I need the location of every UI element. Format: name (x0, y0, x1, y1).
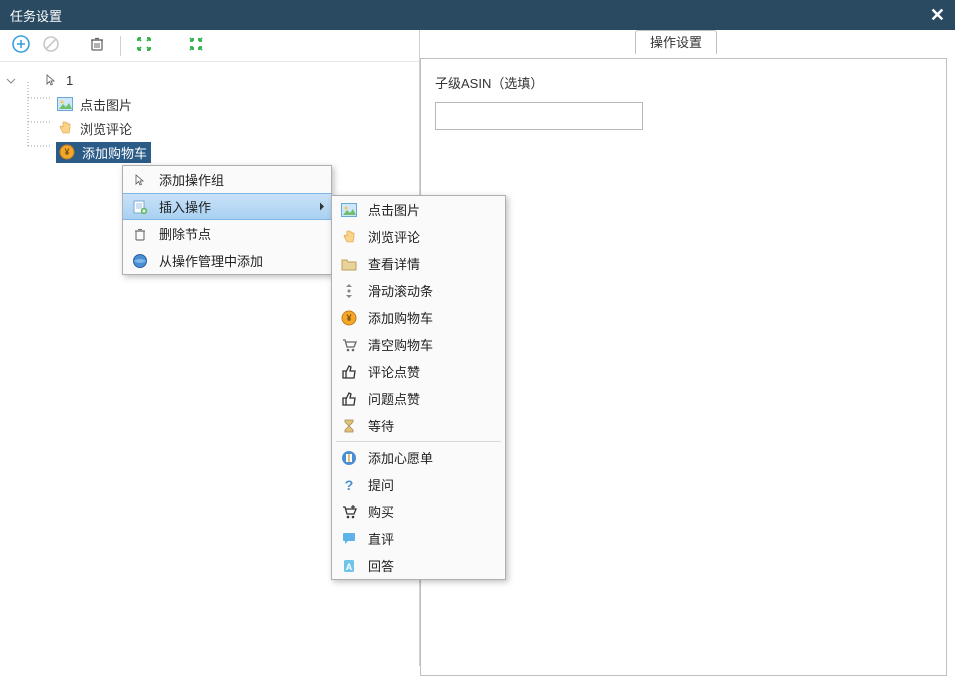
main-area: 1 点击图片 浏览评论 ¥ 添加购物车 (0, 30, 955, 666)
add-button[interactable] (8, 33, 34, 59)
image-icon (338, 199, 360, 221)
hourglass-icon (338, 415, 360, 437)
sub-ask[interactable]: ? 提问 (332, 471, 505, 498)
tree-root-label: 1 (66, 73, 73, 88)
toolbar (0, 30, 419, 62)
sub-click-image[interactable]: 点击图片 (332, 196, 505, 223)
tree-item-click-image[interactable]: 点击图片 (4, 92, 415, 116)
ctx-label: 从操作管理中添加 (159, 251, 263, 270)
chat-bubble-icon (338, 528, 360, 550)
sub-buy[interactable]: 购买 (332, 498, 505, 525)
cart-add-icon (338, 501, 360, 523)
scroll-icon (338, 280, 360, 302)
cart-coin-icon: ¥ (58, 143, 76, 161)
sub-label: 浏览评论 (368, 227, 420, 246)
sub-label: 滑动滚动条 (368, 281, 433, 300)
sub-add-cart[interactable]: ¥ 添加购物车 (332, 304, 505, 331)
ctx-add-group[interactable]: 添加操作组 (123, 166, 331, 193)
submenu-divider (336, 441, 501, 442)
trash-icon (129, 223, 151, 245)
svg-text:¥: ¥ (346, 313, 351, 323)
window-title: 任务设置 (10, 6, 62, 25)
sub-label: 购买 (368, 502, 394, 521)
document-plus-icon (129, 196, 151, 218)
sub-label: 评论点赞 (368, 362, 420, 381)
svg-text:A: A (346, 562, 353, 572)
expand-icon (135, 35, 153, 56)
ctx-delete-node[interactable]: 删除节点 (123, 220, 331, 247)
title-bar: 任务设置 ✕ (0, 0, 955, 30)
delete-button[interactable] (84, 33, 110, 59)
folder-icon (338, 253, 360, 275)
thumbs-up-icon (338, 361, 360, 383)
tab-operation-settings[interactable]: 操作设置 (635, 30, 717, 54)
sub-label: 清空购物车 (368, 335, 433, 354)
answer-icon: A (338, 555, 360, 577)
left-panel: 1 点击图片 浏览评论 ¥ 添加购物车 (0, 30, 420, 666)
sub-label: 添加心愿单 (368, 448, 433, 467)
ctx-add-from-manager[interactable]: 从操作管理中添加 (123, 247, 331, 274)
sub-label: 查看详情 (368, 254, 420, 273)
tree-item-browse-reviews[interactable]: 浏览评论 (4, 116, 415, 140)
ctx-label: 添加操作组 (159, 170, 224, 189)
hand-icon (56, 119, 74, 137)
collapse-button[interactable] (183, 33, 209, 59)
svg-text:¥: ¥ (64, 147, 69, 157)
close-icon[interactable]: ✕ (930, 5, 945, 26)
tree-root-node[interactable]: 1 (4, 68, 415, 92)
plus-circle-icon (12, 35, 30, 56)
sub-view-details[interactable]: 查看详情 (332, 250, 505, 277)
slash-circle-icon (42, 35, 60, 56)
asin-input[interactable] (435, 102, 643, 130)
trash-icon (88, 35, 106, 56)
tree-item-label: 点击图片 (80, 95, 132, 114)
cursor-icon (129, 169, 151, 191)
field-label-asin: 子级ASIN（选填） (435, 73, 932, 92)
collapse-icon (187, 35, 205, 56)
tree-item-label: 浏览评论 (80, 119, 132, 138)
sub-direct-review[interactable]: 直评 (332, 525, 505, 552)
sub-label: 回答 (368, 556, 394, 575)
tree-view: 1 点击图片 浏览评论 ¥ 添加购物车 (0, 62, 419, 170)
tab-bar: 操作设置 (635, 32, 717, 51)
chevron-right-icon (319, 199, 325, 214)
toolbar-separator (120, 36, 121, 56)
book-icon (338, 447, 360, 469)
tree-collapse-icon[interactable] (6, 74, 16, 84)
context-submenu: 点击图片 浏览评论 查看详情 滑动滚动条 ¥ 添加购物车 (331, 195, 506, 580)
sub-label: 问题点赞 (368, 389, 420, 408)
tree-item-add-cart[interactable]: ¥ 添加购物车 (4, 140, 415, 164)
cart-coin-icon: ¥ (338, 307, 360, 329)
sub-answer[interactable]: A 回答 (332, 552, 505, 579)
cart-icon (338, 334, 360, 356)
image-icon (56, 95, 74, 113)
hand-icon (338, 226, 360, 248)
expand-button[interactable] (131, 33, 157, 59)
globe-icon (129, 250, 151, 272)
ctx-label: 插入操作 (159, 197, 211, 216)
sub-like-question[interactable]: 问题点赞 (332, 385, 505, 412)
sub-label: 等待 (368, 416, 394, 435)
context-menu: 添加操作组 插入操作 删除节点 从操 (122, 165, 332, 275)
sub-scroll[interactable]: 滑动滚动条 (332, 277, 505, 304)
thumbs-up-icon (338, 388, 360, 410)
sub-add-wishlist[interactable]: 添加心愿单 (332, 444, 505, 471)
sub-browse-reviews[interactable]: 浏览评论 (332, 223, 505, 250)
sub-label: 添加购物车 (368, 308, 433, 327)
sub-label: 提问 (368, 475, 394, 494)
svg-text:?: ? (345, 477, 354, 493)
sub-like-review[interactable]: 评论点赞 (332, 358, 505, 385)
sub-clear-cart[interactable]: 清空购物车 (332, 331, 505, 358)
disabled-button (38, 33, 64, 59)
sub-label: 点击图片 (368, 200, 420, 219)
sub-wait[interactable]: 等待 (332, 412, 505, 439)
sub-label: 直评 (368, 529, 394, 548)
ctx-label: 删除节点 (159, 224, 211, 243)
tree-item-label: 添加购物车 (82, 143, 147, 162)
cursor-icon (42, 71, 60, 89)
question-icon: ? (338, 474, 360, 496)
ctx-insert-action[interactable]: 插入操作 (123, 193, 331, 220)
